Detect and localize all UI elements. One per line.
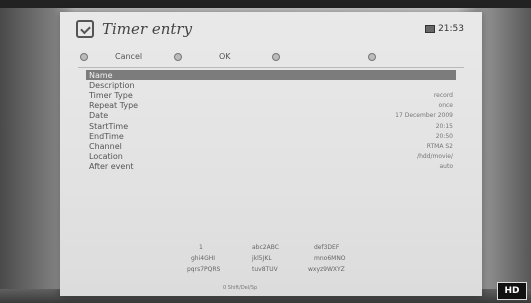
keypad-row: ghi4GHI jkl5JKL mno6MNO	[60, 255, 482, 266]
timer-fields-list: Name Description Timer Type record Repea…	[86, 70, 456, 172]
field-start-time[interactable]: StartTime 20:15	[86, 121, 456, 131]
field-label: Date	[89, 111, 109, 121]
field-label: Timer Type	[89, 90, 133, 100]
timer-entry-dialog: Timer entry 21:53 Cancel OK Name Descrip…	[60, 12, 482, 296]
field-label: Channel	[89, 141, 122, 151]
field-name[interactable]: Name	[86, 70, 456, 81]
field-description[interactable]: Description	[86, 80, 456, 90]
field-value: once	[438, 102, 453, 110]
keypad-key: wxyz9WXYZ	[308, 266, 345, 273]
field-end-time[interactable]: EndTime 20:50	[86, 131, 456, 141]
field-label: Location	[89, 152, 123, 162]
yellow-button-icon[interactable]	[272, 53, 280, 61]
keypad-row: pqrs7PQRS tuv8TUV wxyz9WXYZ	[60, 266, 482, 277]
header-divider	[78, 67, 464, 68]
clock-time: 21:53	[438, 24, 464, 34]
field-label: Description	[89, 80, 135, 90]
keypad-key: 1	[199, 244, 203, 251]
field-repeat-type[interactable]: Repeat Type once	[86, 101, 456, 111]
keypad-row: 1 abc2ABC def3DEF	[60, 244, 482, 255]
field-label: Repeat Type	[89, 101, 139, 111]
field-label: StartTime	[89, 121, 129, 131]
hd-badge: HD	[497, 282, 527, 300]
keypad-footer: 0 Shift/Del/Sp	[223, 285, 258, 291]
keypad-key: mno6MNO	[314, 255, 346, 262]
field-value: 17 December 2009	[395, 112, 453, 120]
field-label: Name	[89, 70, 113, 80]
field-value: RTMA S2	[426, 142, 453, 150]
red-button-icon[interactable]	[80, 53, 88, 61]
keypad-key: def3DEF	[314, 244, 340, 251]
field-channel[interactable]: Channel RTMA S2	[86, 141, 456, 151]
field-timer-type[interactable]: Timer Type record	[86, 90, 456, 100]
clock-icon	[425, 25, 436, 33]
dialog-title: Timer entry	[102, 20, 193, 38]
field-value: auto	[439, 163, 453, 171]
field-after-event[interactable]: After event auto	[86, 162, 456, 172]
green-button-icon[interactable]	[174, 53, 182, 61]
button-bar: Cancel OK	[60, 50, 482, 64]
field-value: record	[433, 91, 453, 99]
field-date[interactable]: Date 17 December 2009	[86, 111, 456, 121]
field-value: /hdd/movie/	[417, 153, 453, 161]
field-label: EndTime	[89, 131, 124, 141]
keypad-key: tuv8TUV	[252, 266, 278, 273]
keypad-key: pqrs7PQRS	[187, 266, 221, 273]
keypad-key: abc2ABC	[252, 244, 279, 251]
keypad-key: jkl5JKL	[252, 255, 272, 262]
numeric-keypad-help: 1 abc2ABC def3DEF ghi4GHI jkl5JKL mno6MN…	[60, 244, 482, 277]
keypad-key: ghi4GHI	[191, 255, 216, 262]
field-location[interactable]: Location /hdd/movie/	[86, 152, 456, 162]
ok-button[interactable]: OK	[219, 52, 231, 61]
dialog-titlebar: Timer entry	[60, 12, 482, 46]
clock: 21:53	[425, 24, 464, 34]
field-value: 20:50	[435, 132, 453, 140]
timer-icon	[76, 20, 94, 38]
field-value: 20:15	[435, 122, 453, 130]
cancel-button[interactable]: Cancel	[115, 52, 142, 61]
field-label: After event	[89, 162, 134, 172]
blue-button-icon[interactable]	[368, 53, 376, 61]
